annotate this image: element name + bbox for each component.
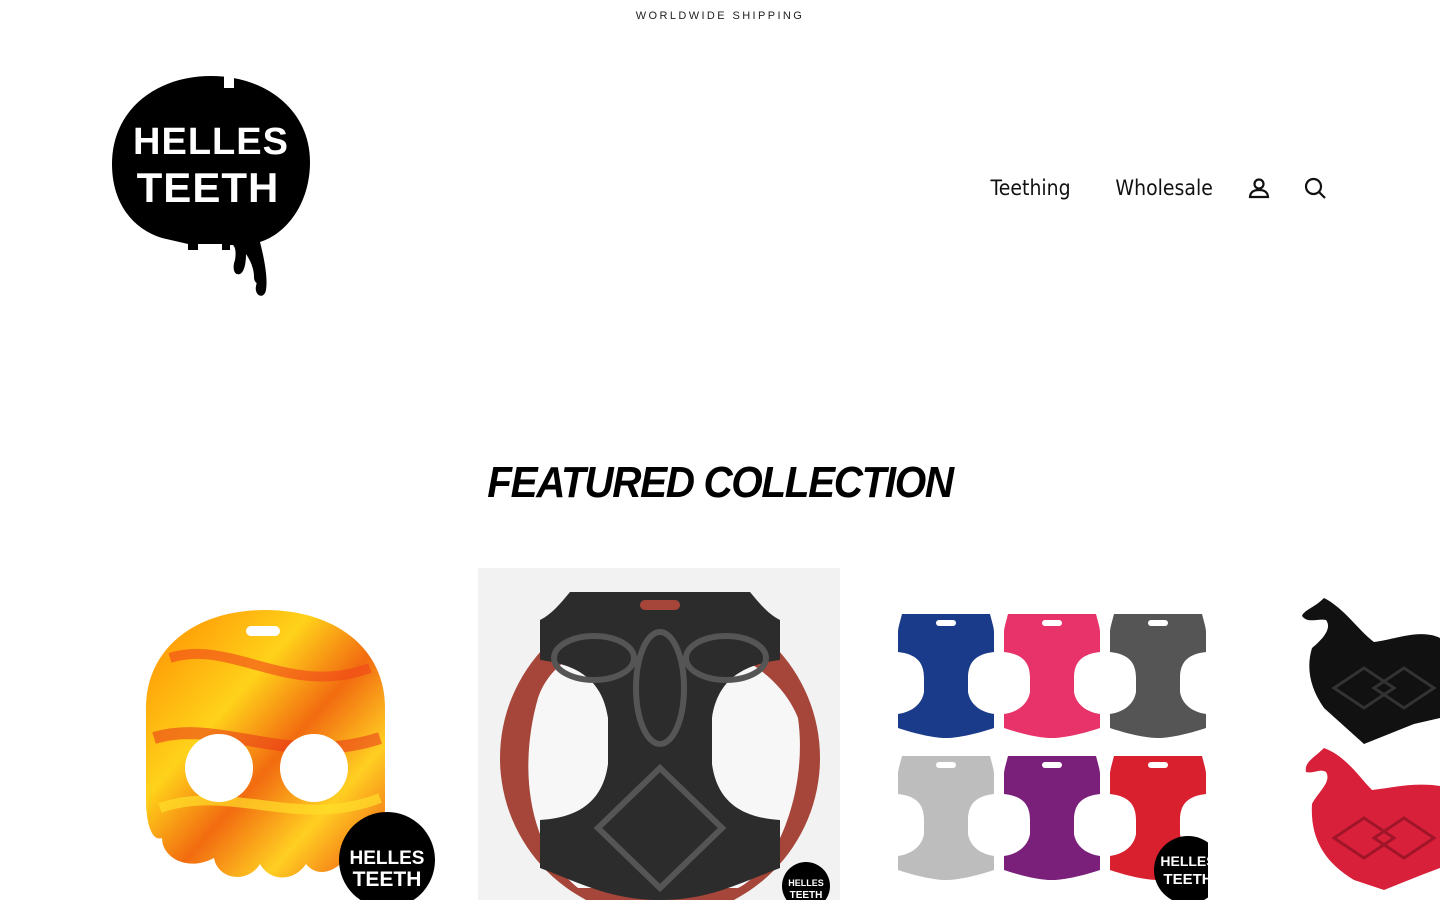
product-image-hammer-set: HELLES TEETH xyxy=(898,614,1208,900)
nav-link-teething[interactable]: Teething xyxy=(990,176,1070,200)
featured-collection-title: FEATURED COLLECTION xyxy=(487,458,954,507)
announcement-text: WORLDWIDE SHIPPING xyxy=(635,10,805,22)
account-button[interactable] xyxy=(1244,173,1274,203)
main-nav: Teething Wholesale xyxy=(986,168,1330,208)
logo-link[interactable]: HELLES TEETH xyxy=(108,72,314,302)
svg-text:HELLES: HELLES xyxy=(1160,853,1208,869)
product-card-hammer-set[interactable]: HELLES TEETH xyxy=(846,568,1208,900)
logo-text-line1: HELLES xyxy=(133,121,289,163)
person-icon xyxy=(1248,178,1270,199)
product-image-skull: HELLES TEETH xyxy=(146,610,435,900)
svg-text:TEETH: TEETH xyxy=(790,890,823,900)
helles-teeth-logo: HELLES TEETH xyxy=(112,74,310,296)
search-icon xyxy=(1304,177,1326,199)
product-grid: HELLES TEETH HELLES TEETH HELLE TEETH xyxy=(0,568,1440,900)
product-card-black-hammer[interactable]: HELLES TEETH xyxy=(478,568,840,900)
logo-text-line2: TEETH xyxy=(137,164,280,211)
search-button[interactable] xyxy=(1300,173,1330,203)
product-card-skull[interactable]: HELLES TEETH xyxy=(110,568,472,900)
svg-text:HELLES: HELLES xyxy=(788,878,824,888)
announcement-bar: WORLDWIDE SHIPPING xyxy=(0,0,1440,32)
product-badge-text: HELLES xyxy=(350,848,425,869)
product-image-black-hammer: HELLES TEETH xyxy=(478,568,840,900)
svg-text:TEETH: TEETH xyxy=(353,868,422,891)
product-image-horses xyxy=(1302,598,1440,890)
svg-text:TEETH: TEETH xyxy=(1163,871,1208,888)
product-card-horses[interactable] xyxy=(1214,568,1440,900)
nav-link-wholesale[interactable]: Wholesale xyxy=(1115,176,1212,200)
